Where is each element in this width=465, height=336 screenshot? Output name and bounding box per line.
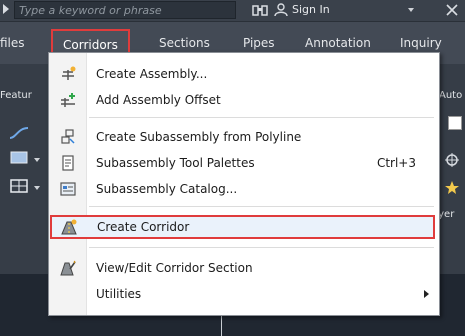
menu-item-label: Create Subassembly from Polyline [96,130,302,144]
chevron-down-icon[interactable] [34,186,40,190]
tab-files[interactable]: files [0,36,25,50]
chevron-down-icon[interactable] [34,158,40,162]
top-bar: Type a keyword or phrase Sign In [0,0,465,22]
menu-item-create-subassembly-polyline[interactable]: Create Subassembly from Polyline [49,125,439,149]
menu-separator [89,247,434,248]
menu-item-label: Subassembly Catalog... [96,182,238,196]
add-assembly-offset-icon [61,93,75,107]
corridor-section-icon [60,260,76,276]
menu-item-utilities[interactable]: Utilities [49,282,439,306]
sign-in-link[interactable]: Sign In [292,3,330,16]
binoculars-icon[interactable] [252,3,268,17]
submenu-arrow-icon [424,290,429,298]
tab-pipes[interactable]: Pipes [243,36,275,50]
screen-tool-icon[interactable] [10,150,30,166]
expand-arrow-icon[interactable] [3,4,9,14]
user-icon [274,3,288,17]
menu-item-create-corridor[interactable]: Create Corridor [50,215,435,239]
layer-star-icon[interactable] [444,180,460,196]
menu-item-subassembly-tool-palettes[interactable]: Subassembly Tool Palettes Ctrl+3 [49,151,439,175]
menu-item-subassembly-catalog[interactable]: Subassembly Catalog... [49,177,439,201]
tool-palettes-icon [62,155,74,171]
shortcut-label: Ctrl+3 [376,156,416,170]
menu-item-add-assembly-offset[interactable]: Add Assembly Offset [49,88,439,112]
panel-label-auto: Auto [439,90,463,101]
menu-item-label: Utilities [96,287,142,301]
chevron-down-icon[interactable] [408,8,414,12]
grid-tool-icon[interactable] [10,178,30,194]
menu-item-label: Subassembly Tool Palettes [96,156,255,170]
tab-sections[interactable]: Sections [159,36,210,50]
menu-item-create-assembly[interactable]: Create Assembly... [49,62,439,86]
menu-item-label: View/Edit Corridor Section [96,261,253,275]
panel-label-feature: Featur [0,90,32,101]
curve-tool-icon[interactable] [8,124,30,142]
menu-item-label: Add Assembly Offset [96,93,221,107]
search-input[interactable]: Type a keyword or phrase [14,1,236,19]
exchange-icon[interactable] [446,4,458,16]
menu-item-view-edit-corridor-section[interactable]: View/Edit Corridor Section [49,256,439,280]
subassembly-polyline-icon [61,129,75,144]
corridors-dropdown-menu: Create Assembly... Add Assembly Offset C… [48,52,440,316]
menu-item-label: Create Assembly... [96,67,208,81]
tab-annotation[interactable]: Annotation [305,36,371,50]
menu-item-label: Create Corridor [97,220,190,234]
tab-inquiry[interactable]: Inquiry [400,36,442,50]
create-corridor-icon [61,219,77,235]
menu-separator [89,117,434,118]
catalog-icon [60,182,76,196]
create-assembly-icon [62,66,76,80]
layer-tool-icon[interactable] [444,152,460,168]
menu-separator [89,206,434,207]
color-swatch[interactable] [448,116,462,130]
